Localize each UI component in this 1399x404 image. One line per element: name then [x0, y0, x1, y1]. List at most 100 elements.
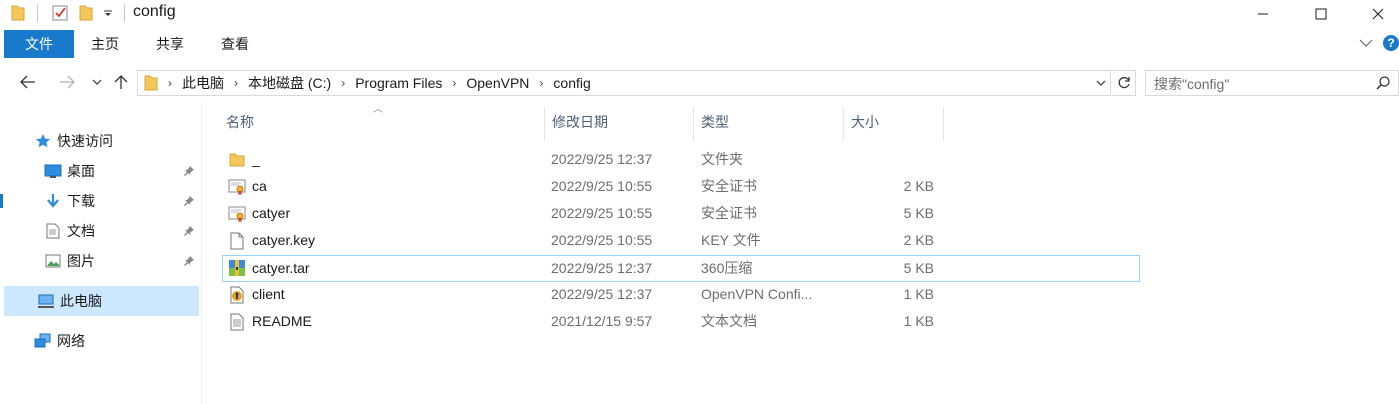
tab-share[interactable]: 共享	[140, 30, 200, 58]
column-header-type[interactable]: 类型	[694, 107, 844, 141]
sidebar-item-network[interactable]: 网络	[4, 326, 199, 356]
expand-ribbon-icon[interactable]	[1359, 35, 1373, 51]
file-date: 2022/9/25 12:37	[551, 286, 653, 302]
tab-file[interactable]: 文件	[4, 30, 74, 58]
file-row[interactable]: catyer.key 2022/9/25 10:55 KEY 文件 2 KB	[222, 228, 1140, 255]
pin-icon[interactable]	[183, 164, 195, 180]
chevron-right-icon[interactable]: ›	[162, 76, 178, 90]
window-title: config	[133, 3, 176, 20]
file-date: 2022/9/25 12:37	[551, 151, 653, 167]
certificate-icon	[228, 178, 246, 196]
divider	[37, 4, 38, 22]
search-input[interactable]	[1154, 75, 1364, 93]
navigation-bar: › 此电脑 › 本地磁盘 (C:) › Program Files › Open…	[0, 62, 1399, 102]
chevron-right-icon[interactable]: ›	[446, 76, 462, 90]
file-date: 2022/9/25 10:55	[551, 205, 653, 221]
file-name: README	[252, 313, 312, 329]
new-folder-icon[interactable]	[78, 4, 94, 22]
help-button[interactable]: ?	[1383, 35, 1399, 51]
sidebar-item-pictures[interactable]: 图片	[4, 246, 199, 276]
sidebar-item-this-pc[interactable]: 此电脑	[4, 286, 199, 316]
sidebar-item-quick-access[interactable]: 快速访问	[4, 126, 199, 156]
sidebar-item-downloads[interactable]: 下载	[4, 186, 199, 216]
folder-icon	[144, 75, 158, 91]
address-bar[interactable]: › 此电脑 › 本地磁盘 (C:) › Program Files › Open…	[137, 70, 1111, 96]
file-size: 5 KB	[903, 205, 934, 221]
refresh-button[interactable]	[1112, 70, 1136, 96]
certificate-icon	[228, 205, 246, 223]
pin-icon[interactable]	[183, 224, 195, 240]
search-icon[interactable]	[1376, 76, 1390, 93]
breadcrumb-this-pc[interactable]: 此电脑	[178, 73, 228, 93]
chevron-right-icon[interactable]: ›	[335, 76, 351, 90]
file-size: 2 KB	[903, 232, 934, 248]
file-date: 2022/9/25 10:55	[551, 178, 653, 194]
file-type: 安全证书	[701, 205, 757, 221]
forward-button[interactable]	[57, 72, 77, 92]
breadcrumb-local-disk[interactable]: 本地磁盘 (C:)	[244, 73, 335, 93]
pin-icon[interactable]	[183, 254, 195, 270]
chevron-right-icon[interactable]: ›	[228, 76, 244, 90]
chevron-right-icon[interactable]: ›	[533, 76, 549, 90]
breadcrumb-openvpn[interactable]: OpenVPN	[462, 75, 533, 91]
desktop-icon	[44, 162, 62, 180]
document-icon	[44, 222, 62, 240]
sidebar-item-label: 网络	[57, 333, 85, 349]
sidebar-item-label: 快速访问	[57, 133, 113, 149]
properties-icon[interactable]	[51, 4, 69, 22]
ribbon-controls: ?	[1359, 35, 1399, 51]
file-type: OpenVPN Confi...	[701, 286, 813, 302]
maximize-button[interactable]	[1298, 0, 1344, 28]
file-type: 文件夹	[701, 151, 743, 167]
file-type: 文本文档	[701, 313, 757, 329]
file-name: _	[252, 151, 260, 167]
file-row[interactable]: client 2022/9/25 12:37 OpenVPN Confi... …	[222, 282, 1140, 309]
pane-edge-marker	[0, 194, 3, 208]
openvpn-config-icon	[228, 286, 246, 304]
sidebar-item-label: 文档	[67, 223, 95, 239]
tab-view[interactable]: 查看	[205, 30, 265, 58]
back-button[interactable]	[18, 72, 38, 92]
file-type: 安全证书	[701, 178, 757, 194]
text-file-icon	[228, 313, 246, 331]
sidebar-item-label: 此电脑	[60, 293, 102, 309]
file-date: 2022/9/25 10:55	[551, 232, 653, 248]
file-size: 2 KB	[903, 178, 934, 194]
minimize-button[interactable]	[1240, 0, 1286, 28]
sidebar-item-desktop[interactable]: 桌面	[4, 156, 199, 186]
file-size: 1 KB	[903, 313, 934, 329]
breadcrumb-config[interactable]: config	[549, 75, 594, 91]
recent-locations-icon[interactable]	[87, 72, 107, 92]
folder-icon	[228, 151, 246, 169]
file-row[interactable]: catyer.tar 2022/9/25 12:37 360压缩 5 KB	[222, 255, 1140, 282]
customize-toolbar-icon[interactable]	[101, 4, 115, 22]
file-row[interactable]: ca 2022/9/25 10:55 安全证书 2 KB	[222, 174, 1140, 201]
file-type: 360压缩	[701, 260, 753, 276]
file-row[interactable]: catyer 2022/9/25 10:55 安全证书 5 KB	[222, 201, 1140, 228]
file-date: 2022/9/25 12:37	[551, 260, 653, 276]
computer-icon	[37, 292, 55, 310]
address-dropdown-icon[interactable]	[1092, 71, 1110, 95]
title-bar: config	[0, 0, 1399, 28]
up-button[interactable]	[111, 72, 131, 92]
file-row[interactable]: README 2021/12/15 9:57 文本文档 1 KB	[222, 309, 1140, 336]
divider	[124, 4, 125, 22]
file-type: KEY 文件	[701, 232, 761, 248]
close-button[interactable]	[1356, 0, 1399, 28]
sidebar-item-label: 桌面	[67, 163, 95, 179]
column-header-date[interactable]: 修改日期	[545, 107, 694, 141]
file-row[interactable]: _ 2022/9/25 12:37 文件夹	[222, 147, 1140, 174]
tab-home[interactable]: 主页	[75, 30, 135, 58]
folder-icon	[10, 4, 26, 22]
column-header-size[interactable]: 大小	[844, 107, 944, 141]
star-icon	[34, 132, 52, 150]
file-name: ca	[252, 178, 267, 194]
column-header-name[interactable]: 名称	[219, 107, 545, 141]
sidebar-item-documents[interactable]: 文档	[4, 216, 199, 246]
pin-icon[interactable]	[183, 194, 195, 210]
sidebar-item-label: 图片	[67, 253, 95, 269]
file-size: 5 KB	[903, 260, 934, 276]
navigation-pane: 快速访问 桌面 下载 文档 图片 此电脑 网络	[0, 102, 202, 404]
breadcrumb-program-files[interactable]: Program Files	[351, 75, 446, 91]
file-size: 1 KB	[903, 286, 934, 302]
